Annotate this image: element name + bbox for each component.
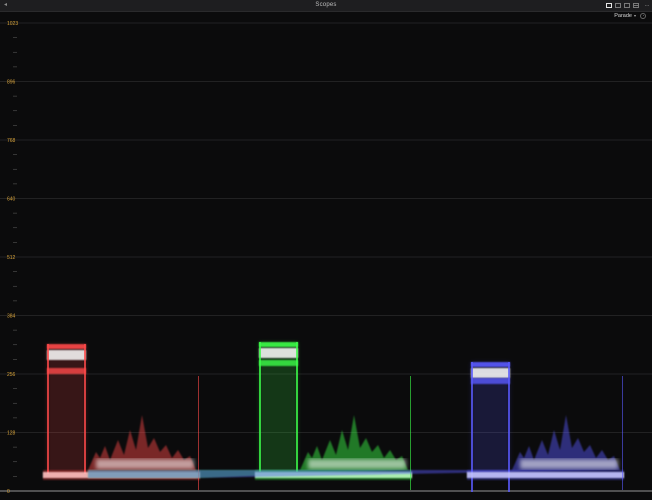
single-view-icon[interactable] <box>605 3 612 8</box>
window-title: Scopes <box>315 2 337 8</box>
waveform-traces <box>43 342 624 492</box>
scale-label: 384 <box>7 314 16 320</box>
scale-label: 1023 <box>7 21 18 27</box>
channel-trace-r <box>43 344 200 490</box>
split-view-icon[interactable] <box>614 3 621 8</box>
chevron-down-icon: ▾ <box>633 13 636 18</box>
scale-label: 0 <box>7 489 10 495</box>
parade-waveform: 1023 896 768 640 512 384 256 128 0 <box>0 21 652 495</box>
scope-mode-dropdown[interactable]: Parade ▾ <box>614 13 636 19</box>
quad-view-icon[interactable] <box>632 3 639 8</box>
scale-label: 512 <box>7 255 16 261</box>
gear-icon[interactable] <box>640 12 646 19</box>
view-toolbar: ··· <box>605 0 650 11</box>
scope-options-bar: Parade ▾ <box>614 11 646 20</box>
scale-label: 128 <box>7 431 16 437</box>
split-view-alt-icon[interactable] <box>623 3 630 8</box>
more-options-icon[interactable]: ··· <box>645 3 650 9</box>
scopes-titlebar: ◂ Scopes ··· <box>0 0 652 12</box>
parade-scope: 1023 896 768 640 512 384 256 128 0 <box>0 20 652 500</box>
scale-label: 896 <box>7 80 16 86</box>
scope-mode-label: Parade <box>614 12 632 19</box>
scale-label: 640 <box>7 197 16 203</box>
scale-grid <box>0 22 652 492</box>
scale-label: 768 <box>7 138 16 144</box>
scale-labels: 1023 896 768 640 512 384 256 128 0 <box>7 21 18 495</box>
scale-label: 256 <box>7 372 16 378</box>
